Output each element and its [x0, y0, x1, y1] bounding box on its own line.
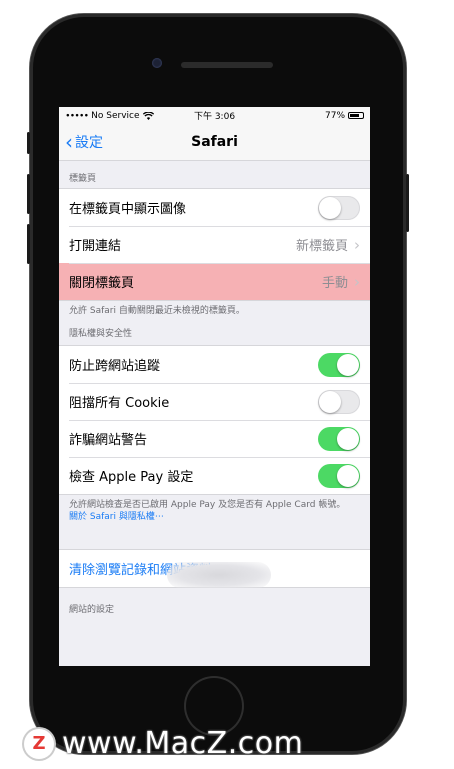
toggle-check-apple-pay[interactable]	[318, 463, 360, 488]
section-header-privacy: 隱私權與安全性	[69, 329, 133, 339]
privacy-footnote-text: 允許網站檢查是否已啟用 Apple Pay 及您是否有 Apple Card 帳…	[69, 500, 346, 510]
row-label: 防止跨網站追蹤	[69, 359, 161, 374]
section-header-website-settings: 網站的設定	[69, 605, 115, 615]
front-camera	[152, 58, 162, 68]
chevron-right-icon: ›	[354, 235, 360, 254]
row-check-apple-pay: 檢查 Apple Pay 設定	[59, 457, 370, 494]
row-label: 在標籤頁中顯示圖像	[69, 202, 187, 217]
earpiece-speaker	[181, 62, 273, 68]
row-label: 阻擋所有 Cookie	[69, 396, 170, 411]
battery-icon	[348, 112, 365, 119]
tabs-group: 在標籤頁中顯示圖像 打開連結 新標籤頁 › 關閉標籤頁 手動 ›	[59, 188, 370, 301]
screen: ∙∙∙∙∙ No Service 下午 3:06 77% ‹ 設定 Safari…	[59, 107, 370, 666]
blurred-patch	[167, 562, 271, 588]
row-show-images-in-tabs: 在標籤頁中顯示圖像	[59, 189, 370, 226]
privacy-group: 防止跨網站追蹤 阻擋所有 Cookie 詐騙網站警告 檢查 Apple Pay …	[59, 345, 370, 495]
row-value: 新標籤頁	[295, 239, 348, 254]
row-block-all-cookies: 阻擋所有 Cookie	[59, 383, 370, 420]
row-label: 關閉標籤頁	[69, 276, 135, 291]
wifi-icon	[142, 111, 154, 120]
section-header-tabs: 標籤頁	[69, 174, 97, 184]
about-safari-privacy-link[interactable]: 關於 Safari 與隱私權⋯	[69, 511, 360, 523]
back-button[interactable]: ‹ 設定	[65, 132, 103, 152]
chevron-left-icon: ‹	[65, 130, 73, 154]
toggle-fraudulent-website-warning[interactable]	[318, 426, 360, 451]
row-fraudulent-website-warning: 詐騙網站警告	[59, 420, 370, 457]
row-value: 手動	[321, 276, 348, 291]
toggle-show-images-in-tabs[interactable]	[318, 195, 360, 220]
row-label: 檢查 Apple Pay 設定	[69, 470, 194, 485]
watermark: Z www.MacZ.com	[24, 726, 303, 761]
tabs-footnote: 允許 Safari 自動關閉最近未檢視的標籤頁。	[69, 306, 245, 316]
status-time: 下午 3:06	[193, 112, 236, 122]
mute-switch	[27, 132, 30, 154]
macz-logo: Z	[24, 728, 54, 759]
volume-down-button	[27, 224, 30, 264]
page-title: Safari	[191, 134, 238, 150]
row-label: 打開連結	[69, 239, 122, 254]
toggle-block-all-cookies[interactable]	[318, 389, 360, 414]
chevron-right-icon: ›	[354, 272, 360, 291]
power-button	[406, 174, 409, 232]
row-prevent-cross-site-tracking: 防止跨網站追蹤	[59, 346, 370, 383]
status-bar: ∙∙∙∙∙ No Service 下午 3:06 77%	[59, 107, 370, 124]
row-label: 詐騙網站警告	[69, 433, 148, 448]
privacy-footnote: 允許網站檢查是否已啟用 Apple Pay 及您是否有 Apple Card 帳…	[59, 495, 370, 549]
carrier-label: No Service	[91, 110, 140, 121]
toggle-prevent-cross-site-tracking[interactable]	[318, 352, 360, 377]
back-label: 設定	[75, 135, 103, 151]
row-open-links[interactable]: 打開連結 新標籤頁 ›	[59, 226, 370, 263]
watermark-text: www.MacZ.com	[62, 726, 304, 761]
volume-up-button	[27, 174, 30, 214]
signal-dots-icon: ∙∙∙∙∙	[65, 110, 89, 121]
row-close-tabs[interactable]: 關閉標籤頁 手動 ›	[59, 263, 370, 300]
battery-percent: 77%	[325, 110, 346, 121]
navigation-bar: ‹ 設定 Safari	[59, 124, 370, 161]
